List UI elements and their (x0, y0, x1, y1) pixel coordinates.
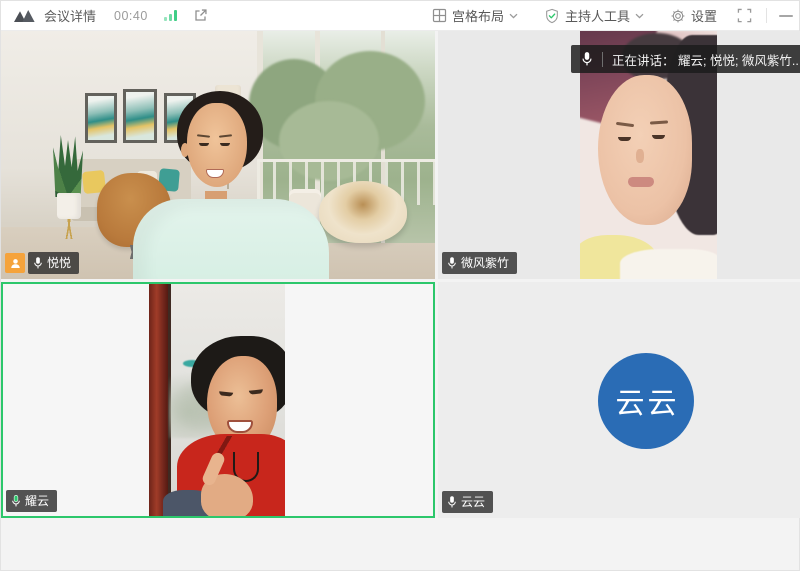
video-grid: 正在讲话： 耀云; 悦悦; 微风紫竹... (1, 31, 800, 518)
settings-label: 设置 (691, 6, 717, 25)
participant-name: 悦悦 (47, 257, 71, 269)
participant-video (1, 31, 435, 279)
grid-layout-button[interactable]: 宫格布局 (432, 6, 518, 25)
participant-name: 微风紫竹 (461, 257, 509, 269)
topbar-divider (766, 8, 767, 23)
topbar: 会议详情 00:40 (1, 1, 799, 31)
microphone-icon (447, 256, 457, 270)
chevron-down-icon (635, 13, 644, 19)
microphone-speaking-icon (11, 494, 21, 508)
popout-icon (193, 8, 208, 23)
bottom-strip (1, 518, 799, 571)
name-badge: 耀云 (6, 490, 57, 512)
popout-button[interactable] (193, 8, 208, 23)
menu-button[interactable] (779, 15, 799, 17)
network-signal-icon (164, 10, 177, 21)
meeting-details-button[interactable]: 会议详情 (44, 6, 96, 25)
grid-layout-label: 宫格布局 (452, 6, 504, 25)
speaking-banner-text: 正在讲话： 耀云; 悦悦; 微风紫竹... (612, 50, 800, 69)
name-badge: 悦悦 (28, 252, 79, 274)
meeting-timer: 00:40 (114, 9, 148, 23)
microphone-icon (33, 256, 43, 270)
chevron-down-icon (509, 13, 518, 19)
fullscreen-icon (737, 8, 752, 23)
topbar-right: 宫格布局 主持人工具 (432, 6, 799, 25)
banner-divider (602, 52, 603, 67)
microphone-icon (447, 495, 457, 509)
settings-button[interactable]: 设置 (670, 6, 717, 25)
grid-layout-icon (432, 8, 447, 23)
shield-check-icon (544, 8, 560, 24)
participant-video (3, 284, 433, 516)
name-badge: 微风紫竹 (442, 252, 517, 274)
host-tools-label: 主持人工具 (565, 6, 630, 25)
microphone-icon (581, 51, 593, 67)
host-badge (5, 253, 25, 273)
meeting-window: 会议详情 00:40 (0, 0, 800, 571)
app-logo-icon (13, 8, 36, 23)
participant-name: 云云 (461, 496, 485, 508)
host-person-icon (9, 257, 22, 270)
avatar-text: 云云 (612, 380, 679, 422)
speaking-banner: 正在讲话： 耀云; 悦悦; 微风紫竹... (571, 45, 800, 73)
fullscreen-button[interactable] (737, 8, 752, 23)
menu-icon (779, 15, 793, 17)
topbar-left: 会议详情 00:40 (13, 6, 208, 25)
video-tile-yueyue[interactable]: 悦悦 (1, 31, 435, 279)
gear-icon (670, 8, 686, 24)
video-tile-yunyun[interactable]: 云云 云云 (438, 282, 800, 518)
video-tile-yaoyun-active[interactable]: 耀云 (1, 282, 435, 518)
host-tools-button[interactable]: 主持人工具 (544, 6, 644, 25)
avatar: 云云 (598, 353, 694, 449)
participant-name: 耀云 (25, 495, 49, 507)
name-badge: 云云 (442, 491, 493, 513)
